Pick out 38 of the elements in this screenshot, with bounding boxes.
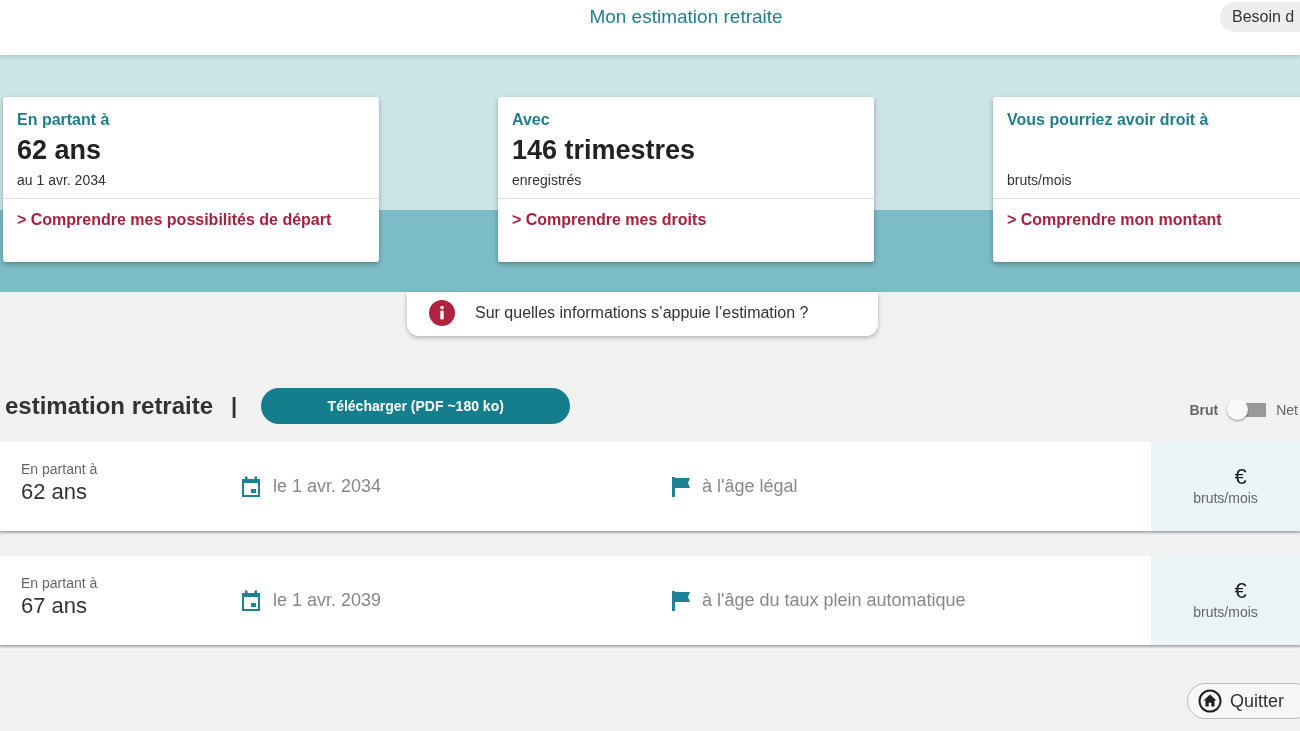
amount-unit: bruts/mois xyxy=(1193,604,1258,620)
card-label: Vous pourriez avoir droit à xyxy=(1007,111,1210,129)
row-condition: à l'âge du taux plein automatique xyxy=(702,590,966,611)
card-detail: enregistrés xyxy=(512,172,583,188)
card-value: 62 ans xyxy=(17,135,103,167)
title-separator: | xyxy=(231,393,238,419)
card-link[interactable]: > Comprendre mon montant xyxy=(1007,211,1222,228)
card-label: En partant à xyxy=(17,111,111,129)
card-label: Avec xyxy=(512,111,551,129)
section-title: estimation retraite xyxy=(5,392,214,420)
card-link[interactable]: > Comprendre mes possibilités de départ xyxy=(17,211,332,228)
row-label: En partant à xyxy=(21,461,99,477)
currency-sign: € xyxy=(1234,464,1247,490)
info-button[interactable]: Sur quelles informations s’appuie l’estimation ? xyxy=(407,292,878,336)
card-detail: bruts/mois xyxy=(1007,172,1073,188)
card-value: 146 trimestres xyxy=(512,135,697,167)
home-icon xyxy=(1198,689,1222,713)
row-date: le 1 avr. 2034 xyxy=(273,476,382,497)
row-label: En partant à xyxy=(21,575,99,591)
card-detail: au 1 avr. 2034 xyxy=(17,172,107,188)
calendar-icon xyxy=(239,588,263,613)
calendar-icon xyxy=(239,474,263,499)
flag-icon xyxy=(670,588,692,613)
row-condition: à l'âge légal xyxy=(702,476,798,497)
row-date: le 1 avr. 2039 xyxy=(273,590,382,611)
quit-button[interactable]: Quitter xyxy=(1187,683,1300,719)
row-age: 67 ans xyxy=(21,593,89,619)
page-title: Mon estimation retraite xyxy=(589,6,783,28)
card-link[interactable]: > Comprendre mes droits xyxy=(512,211,707,228)
toggle-label: Brut xyxy=(1189,402,1219,418)
toggle-label: Net xyxy=(1276,402,1298,418)
flag-icon xyxy=(670,474,692,499)
help-button[interactable]: Besoin d xyxy=(1220,2,1300,32)
info-icon xyxy=(429,300,455,326)
amount-unit: bruts/mois xyxy=(1193,490,1258,506)
row-age: 62 ans xyxy=(21,479,89,505)
currency-sign: € xyxy=(1234,578,1247,604)
download-button[interactable]: Télécharger (PDF ~180 ko) xyxy=(261,388,571,424)
